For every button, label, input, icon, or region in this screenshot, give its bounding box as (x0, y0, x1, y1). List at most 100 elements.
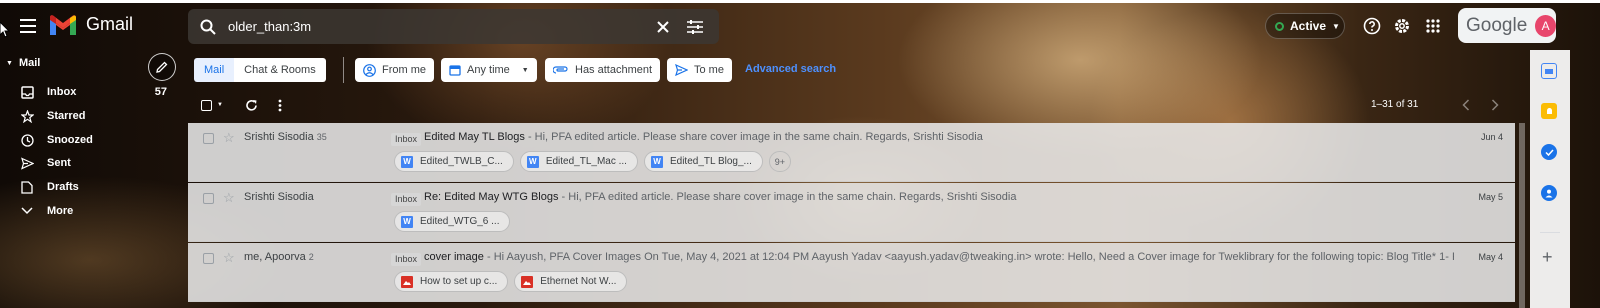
sidebar-item-label: Starred (47, 110, 86, 122)
sidebar-item-label: Snoozed (47, 134, 93, 146)
word-doc-icon: W (526, 155, 539, 168)
google-account-button[interactable]: Google A (1458, 8, 1556, 43)
google-brand: Google (1466, 14, 1528, 36)
filter-any-time[interactable]: Any time ▼ (441, 58, 537, 82)
email-date: Jun 4 (1480, 132, 1503, 142)
side-panel-divider (1540, 232, 1560, 233)
thread-count: 2 (308, 252, 314, 262)
checkbox-icon (201, 99, 212, 111)
send-icon (20, 156, 34, 170)
avatar: A (1535, 14, 1556, 37)
caret-down-icon: ▼ (217, 102, 223, 108)
search-input[interactable] (228, 19, 647, 34)
email-date: May 4 (1478, 252, 1503, 262)
filter-has-attachment[interactable]: Has attachment (545, 58, 661, 82)
label-badge[interactable]: Inbox (391, 133, 422, 146)
email-snippet: - Hi Aayush, PFA Cover Images On Tue, Ma… (483, 251, 1454, 263)
sidebar-item-starred[interactable]: Starred (0, 104, 180, 128)
email-subject: Edited May TL Blogs (424, 131, 525, 143)
star-icon[interactable]: ☆ (223, 130, 235, 146)
more-options-icon[interactable] (278, 96, 282, 114)
chip-label: Has attachment (575, 64, 653, 76)
sidebar-item-more[interactable]: More (0, 199, 180, 223)
sidebar-item-label: Sent (47, 157, 71, 169)
clock-icon (20, 133, 34, 147)
apps-grid-icon[interactable] (1421, 14, 1445, 38)
sidebar-item-label: Inbox (47, 86, 77, 98)
word-doc-icon: W (401, 155, 413, 168)
settings-gear-icon[interactable] (1390, 14, 1414, 38)
image-file-icon (521, 275, 534, 288)
caret-down-icon: ▼ (521, 66, 529, 74)
contacts-app-icon[interactable] (1541, 185, 1557, 201)
app-name: Gmail (86, 14, 134, 34)
clear-search-icon[interactable] (647, 11, 679, 43)
advanced-search-link[interactable]: Advanced search (745, 63, 836, 75)
attachment-chip[interactable]: W Edited_TWLB_C... (394, 151, 514, 172)
attachment-chip[interactable]: W Edited_TL Blog_... (643, 151, 763, 172)
mouse-cursor-icon (0, 22, 10, 38)
mail-section-label: Mail (18, 57, 41, 69)
active-status-icon (1275, 21, 1284, 31)
email-row[interactable]: ☆ Srishti Sisodia Inbox Re: Edited May W… (188, 183, 1515, 242)
gmail-logo[interactable]: Gmail (50, 14, 133, 35)
star-icon (20, 109, 34, 123)
add-addon-icon[interactable]: + (1542, 247, 1553, 268)
status-label: Active (1290, 19, 1327, 33)
filter-to-me[interactable]: To me (667, 58, 732, 82)
keep-app-icon[interactable] (1541, 103, 1557, 119)
email-row[interactable]: ☆ me, Apoorva 2 Inbox cover image - Hi Aa… (188, 243, 1515, 302)
compose-button[interactable] (148, 53, 176, 81)
search-bar[interactable] (188, 9, 719, 44)
row-checkbox[interactable] (203, 193, 214, 204)
attachment-chip[interactable]: W Edited_WTG_6 ... (394, 211, 511, 232)
calendar-app-icon[interactable] (1541, 63, 1557, 79)
chevron-down-icon (20, 204, 34, 218)
tab-chat-rooms[interactable]: Chat & Rooms (234, 58, 326, 82)
email-subject-line: Re: Edited May WTG Blogs - Hi, PFA edite… (424, 191, 1454, 203)
sidebar-item-drafts[interactable]: Drafts (0, 175, 180, 199)
tab-mail[interactable]: Mail (194, 58, 235, 82)
next-page-icon[interactable] (1491, 96, 1499, 114)
email-row[interactable]: ☆ Srishti Sisodia 35 Inbox Edited May TL … (188, 123, 1515, 182)
email-list: ☆ Srishti Sisodia 35 Inbox Edited May TL … (188, 123, 1515, 308)
email-snippet: - Hi, PFA edited article. Please share c… (558, 191, 1017, 203)
row-checkbox[interactable] (203, 253, 214, 264)
attachment-chip[interactable]: Ethernet Not W... (514, 271, 628, 292)
email-sender: Srishti Sisodia 35 (244, 131, 327, 143)
more-attachments-badge[interactable]: 9+ (768, 151, 791, 172)
list-scrollbar[interactable] (1519, 123, 1525, 308)
search-icon[interactable] (188, 19, 228, 35)
sidebar-item-label: Drafts (47, 181, 79, 193)
mail-chat-toggle: Mail Chat & Rooms (194, 58, 326, 82)
row-checkbox[interactable] (203, 133, 214, 144)
mail-section-toggle[interactable]: ▼ Mail (6, 57, 40, 69)
search-options-icon[interactable] (679, 11, 711, 43)
sidebar-item-snoozed[interactable]: Snoozed (0, 128, 180, 152)
attachment-chip[interactable]: W Edited_TL_Mac ... (519, 151, 638, 172)
email-sender: me, Apoorva 2 (244, 251, 314, 263)
help-icon[interactable] (1360, 14, 1384, 38)
main-menu-button[interactable] (16, 14, 40, 38)
sidebar-item-sent[interactable]: Sent (0, 151, 180, 175)
send-icon (675, 64, 688, 76)
refresh-icon[interactable] (245, 96, 258, 114)
image-file-icon (401, 275, 413, 288)
attachment-icon (553, 66, 568, 74)
attachment-chip[interactable]: How to set up c... (394, 271, 509, 292)
pager-range: 1–31 of 31 (1371, 99, 1419, 110)
label-badge[interactable]: Inbox (391, 253, 422, 266)
word-doc-icon: W (650, 155, 663, 168)
tasks-app-icon[interactable] (1541, 144, 1557, 160)
prev-page-icon[interactable] (1462, 96, 1470, 114)
status-selector[interactable]: Active ▼ (1265, 13, 1345, 39)
caret-down-icon: ▼ (1332, 21, 1340, 31)
sidebar-item-inbox[interactable]: Inbox 57 (0, 80, 180, 104)
star-icon[interactable]: ☆ (223, 250, 235, 266)
select-all-checkbox[interactable]: ▼ (201, 96, 223, 114)
chip-label: Any time (467, 64, 510, 76)
star-icon[interactable]: ☆ (223, 190, 235, 206)
filter-from-me[interactable]: From me (355, 58, 434, 82)
email-sender: Srishti Sisodia (244, 191, 314, 203)
label-badge[interactable]: Inbox (391, 193, 422, 206)
